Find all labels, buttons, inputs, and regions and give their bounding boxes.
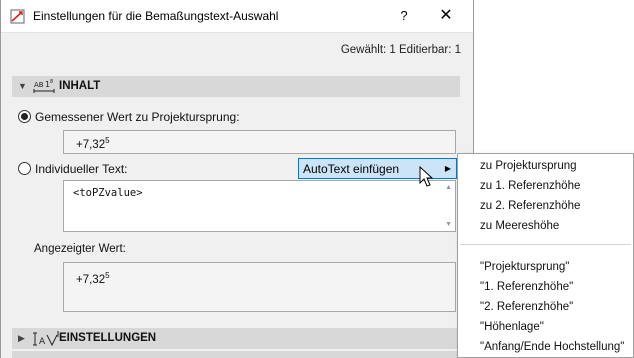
menu-item-1-referenzhoehe[interactable]: "1. Referenzhöhe" xyxy=(480,281,573,293)
app-icon xyxy=(10,9,25,24)
scroll-up-icon[interactable]: ▲ xyxy=(445,184,452,191)
close-button[interactable]: ✕ xyxy=(433,3,459,29)
svg-text:8: 8 xyxy=(50,79,53,85)
menu-item-zu-2-referenzhoehe[interactable]: zu 2. Referenzhöhe xyxy=(480,200,580,212)
autotext-submenu: zu Projektursprung zu 1. Referenzhöhe zu… xyxy=(457,153,634,358)
next-section-header[interactable] xyxy=(12,351,460,358)
menu-separator xyxy=(460,244,631,245)
measured-value-text: +7,325 xyxy=(76,136,110,151)
displayed-value-text: +7,325 xyxy=(76,271,110,286)
submenu-arrow-icon: ▶ xyxy=(444,164,451,173)
help-button[interactable]: ? xyxy=(393,5,415,27)
custom-text-label: Individueller Text: xyxy=(35,162,128,176)
window-title: Einstellungen für die Bemaßungstext-Ausw… xyxy=(33,9,279,23)
selection-status: Gewählt: 1 Editierbar: 1 xyxy=(340,44,461,56)
menu-item-zu-projektursprung[interactable]: zu Projektursprung xyxy=(480,160,577,172)
svg-text:A: A xyxy=(39,337,46,347)
measured-value-radio[interactable] xyxy=(18,110,31,123)
section-inhalt-header[interactable]: ▼ AB 1 8 INHALT xyxy=(12,76,460,97)
radio-selected-dot xyxy=(21,113,28,120)
autotext-label: AutoText einfügen xyxy=(303,162,400,176)
settings-dialog: Einstellungen für die Bemaßungstext-Ausw… xyxy=(0,0,474,358)
mouse-cursor-icon xyxy=(419,166,434,187)
displayed-value-label: Angezeigter Wert: xyxy=(34,243,126,255)
menu-item-zu-1-referenzhoehe[interactable]: zu 1. Referenzhöhe xyxy=(480,180,580,192)
expand-icon[interactable]: ▶ xyxy=(18,333,25,344)
custom-text-input[interactable]: <toPZvalue> ▲ ▼ xyxy=(63,180,456,232)
measured-value-field: +7,325 xyxy=(63,130,456,154)
menu-item-anfang-ende-hochstellung[interactable]: "Anfang/Ende Hochstellung" xyxy=(480,341,624,353)
custom-text-radio[interactable] xyxy=(18,162,31,175)
measured-value-label: Gemessener Wert zu Projektursprung: xyxy=(35,110,240,124)
section-inhalt-label: INHALT xyxy=(59,80,101,92)
section-einstellungen-header[interactable]: ▶ A EINSTELLUNGEN xyxy=(12,328,460,349)
menu-item-2-referenzhoehe[interactable]: "2. Referenzhöhe" xyxy=(480,301,573,313)
menu-item-hoehenlage[interactable]: "Höhenlage" xyxy=(480,321,544,333)
menu-item-zu-meereshoehe[interactable]: zu Meereshöhe xyxy=(480,220,559,232)
section-einstellungen-label: EINSTELLUNGEN xyxy=(59,332,157,344)
svg-text:AB: AB xyxy=(34,81,44,89)
title-bar: Einstellungen für die Bemaßungstext-Ausw… xyxy=(1,0,473,33)
displayed-value-field: +7,325 xyxy=(63,262,456,312)
custom-text-value: <toPZvalue> xyxy=(73,187,143,199)
scroll-down-icon[interactable]: ▼ xyxy=(445,221,452,228)
collapse-icon[interactable]: ▼ xyxy=(18,81,27,91)
menu-item-projektursprung[interactable]: "Projektursprung" xyxy=(480,261,569,273)
